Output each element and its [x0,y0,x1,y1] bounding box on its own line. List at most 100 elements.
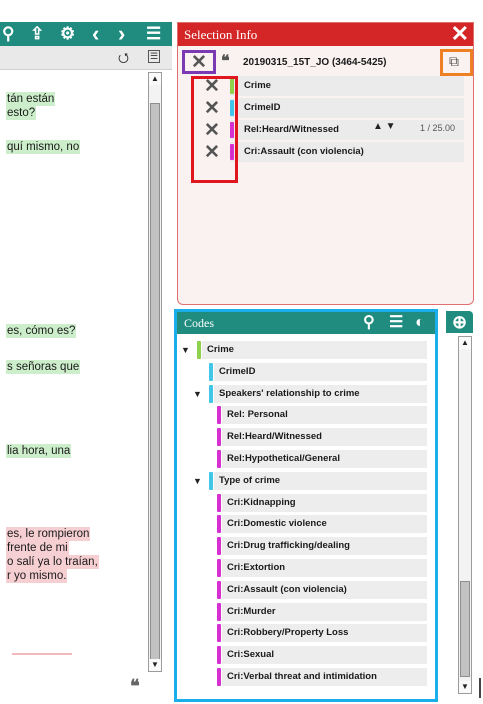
code-color-bar [217,450,221,468]
code-tree-item[interactable]: ▼ Type of crime [177,471,435,491]
code-label: Cri:Kidnapping [227,496,296,508]
annotation-box-purple [182,50,216,74]
transcript-line: lia hora, una [6,444,72,458]
code-label: CrimeID [219,365,256,377]
search-icon[interactable]: ⚲ [2,23,14,45]
code-tree-item[interactable]: Cri:Drug trafficking/dealing [177,536,435,556]
search-icon[interactable]: ⚲ [363,313,375,333]
code-label: Cri:Drug trafficking/dealing [227,540,350,552]
scroll-up-icon[interactable]: ▲ [459,337,471,349]
code-tree-item[interactable]: Cri:Verbal threat and intimidation [177,667,435,687]
code-tree-item[interactable]: Cri:Murder [177,602,435,622]
scroll-down-icon[interactable]: ▼ [149,659,161,671]
code-tree-item[interactable]: Cri:Sexual [177,645,435,665]
upload-icon[interactable]: ⇪ [30,23,44,45]
code-label-box [202,341,427,359]
transcript-line: s señoras que [6,360,81,374]
code-label: Cri:Verbal threat and intimidation [227,671,377,682]
selection-info-panel: Selection Info ✕ ✕ ❝ 20190315_15T_JO (34… [177,22,474,305]
transcript-text: tán están esto? quí mismo, no es, cómo e… [0,70,145,690]
code-tree-item[interactable]: Rel: Personal [177,405,435,425]
transcript-line: frente de mi [6,541,69,555]
code-tree-item[interactable]: Rel:Hypothetical/General [177,449,435,469]
annotation-box-red [191,76,238,183]
list-icon[interactable]: ☰ [146,23,161,45]
code-color-bar [217,515,221,534]
scrollbar-thumb[interactable] [150,103,160,663]
transcript-line: esto? [6,106,37,120]
code-tree-item[interactable]: Cri:Extortion [177,558,435,578]
code-tree-item[interactable]: Cri:Kidnapping [177,493,435,513]
code-label: Rel:Heard/Witnessed [227,431,322,443]
code-label: Cri:Domestic violence [227,518,327,530]
code-tree-item[interactable]: Cri:Domestic violence [177,514,435,534]
code-label: Rel: Personal [227,409,288,421]
code-color-bar [197,341,201,359]
code-tree-item[interactable]: Cri:Assault (con violencia) [177,580,435,600]
expand-toggle-icon[interactable]: ▼ [193,475,202,487]
code-tree-item[interactable]: ▼ Speakers' relationship to crime [177,384,435,404]
code-color-bar [217,602,221,621]
code-color-bar [217,406,221,425]
selected-code-row: CrimeID [230,98,464,118]
transcript-line: o salí ya lo traían, [6,555,99,569]
code-color-bar [217,624,221,643]
codes-tree: ▼ Crime CrimeID ▼ Speakers' relationship to … [177,334,435,699]
code-tree-item[interactable]: Cri:Robbery/Property Loss [177,623,435,643]
close-icon[interactable]: ✕ [451,22,469,46]
navigate-arrows[interactable]: ▲ ▼ [373,121,396,133]
annotation-box-orange [440,49,473,76]
code-label: Rel:Hypothetical/General [227,453,340,464]
selected-code-label: Rel:Heard/Witnessed [244,124,339,135]
refresh-pin-icon[interactable]: ⭯ [118,50,129,66]
selected-code-row: Cri:Assault (con violencia) [230,142,464,162]
scroll-down-icon[interactable]: ▼ [459,681,471,693]
info-icon[interactable]: ◐ [415,313,425,333]
selected-code-label: CrimeID [244,102,281,113]
codes-scrollbar[interactable]: ▲ ▼ [458,336,472,694]
highlight-fragment [12,653,72,655]
add-code-icon[interactable]: ⊕ [446,311,473,333]
code-color-bar [217,646,221,665]
code-color-bar [209,471,213,490]
window-edge [479,678,481,698]
selected-code-label: Cri:Assault (con violencia) [244,146,364,157]
code-color-bar [217,668,221,686]
code-label: Type of crime [219,474,281,486]
chevron-left-icon[interactable]: ‹ [92,23,99,45]
code-tree-item[interactable]: CrimeID [177,362,435,382]
expand-toggle-icon[interactable]: ▼ [181,344,190,356]
transcript-line: es, cómo es? [6,324,77,338]
code-color-bar [209,384,213,403]
quote-icon[interactable]: ❝ [130,676,140,696]
scrollbar-thumb[interactable] [460,581,470,677]
codes-header: Codes ⚲ ☰ ◐ [177,312,435,334]
transcript-scrollbar[interactable]: ▲ ▼ [148,72,162,672]
transcript-line: tán están [6,92,56,106]
code-label: Cri:Murder [227,605,276,617]
code-color-bar [217,559,221,577]
selected-code-label: Crime [244,80,271,91]
selection-info-title: Selection Info [184,27,258,42]
scroll-up-icon[interactable]: ▲ [149,73,161,85]
code-tree-item[interactable]: ▼ Crime [177,340,435,360]
document-name: 20190315_15T_JO (3464-5425) [243,57,387,68]
code-tree-item[interactable]: Rel:Heard/Witnessed [177,427,435,447]
quote-icon: ❝ [221,53,230,70]
transcript-header: ⭯ ☰ [0,46,172,70]
expand-toggle-icon[interactable]: ▼ [193,388,202,400]
code-color-bar [217,493,221,512]
chevron-right-icon[interactable]: › [118,23,125,45]
code-color-bar [217,537,221,556]
code-label: Crime [207,344,234,355]
code-label: Cri:Sexual [227,649,274,661]
person-card-icon[interactable]: ☰ [148,50,160,63]
codes-title: Codes [184,316,214,330]
selected-code-row: Crime [230,76,464,96]
selection-info-header: Selection Info ✕ [178,22,473,46]
code-label: Speakers' relationship to crime [219,387,360,399]
filter-icon[interactable]: ☰ [389,313,403,333]
code-color-bar [217,428,221,447]
gear-icon[interactable]: ⚙ [60,23,75,45]
occurrence-count: 1 / 25.00 [420,123,456,133]
